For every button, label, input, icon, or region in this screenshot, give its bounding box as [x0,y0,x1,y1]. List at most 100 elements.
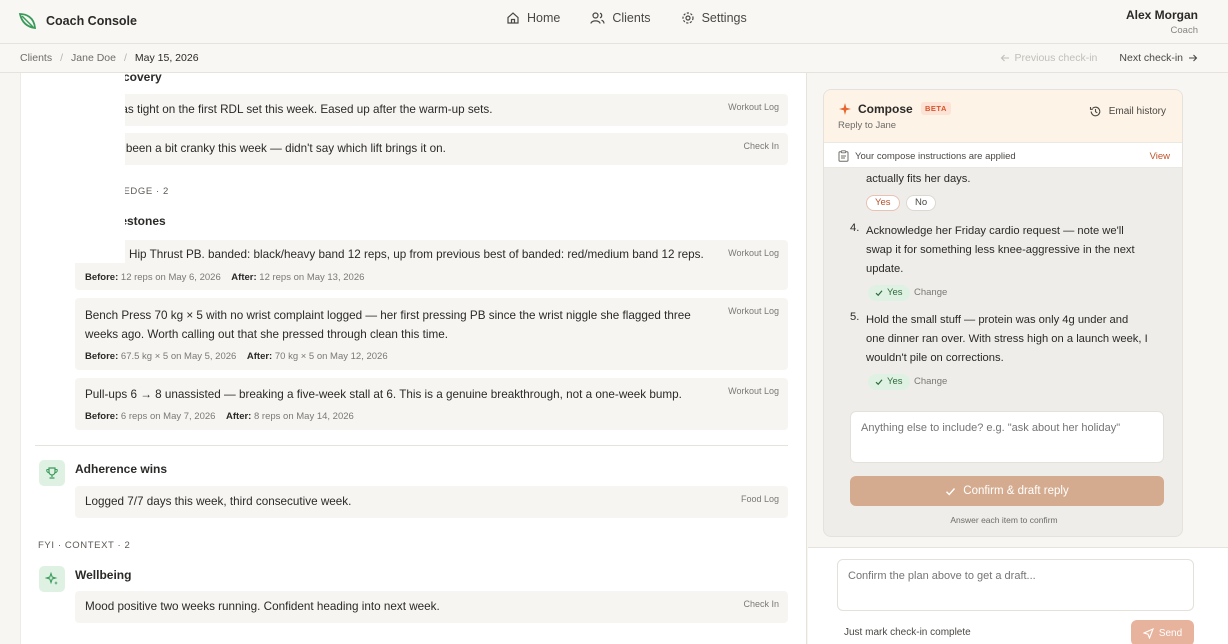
arrow-left-icon [1000,53,1010,63]
breadcrumb-client[interactable]: Jane Doe [71,52,116,64]
insight-source: Workout Log [728,102,779,112]
instructions-view-link[interactable]: View [1150,151,1170,162]
yes-selected-button[interactable]: Yes [868,285,910,301]
draft-area: Just mark check-in complete Send [808,547,1228,644]
after-label: After: [246,351,273,362]
previous-checkin-label: Previous check-in [1014,52,1098,64]
clipboard-icon [838,150,849,162]
change-link[interactable]: Change [914,376,947,387]
confirm-draft-button[interactable]: Confirm & draft reply [850,476,1164,506]
leaf-logo-icon [18,11,38,31]
yes-selected-button[interactable]: Yes [868,374,910,390]
instructions-text: Your compose instructions are applied [855,151,1016,162]
draft-reply-input[interactable] [837,559,1194,611]
milestone-source: Workout Log [728,386,779,396]
milestone-text: Bench Press 70 kg × 5 with no wrist comp… [85,306,691,344]
plan-item-line: one dinner ran over. With stress high on… [866,333,1148,345]
after-value: 8 reps on May 14, 2026 [254,411,354,422]
change-link[interactable]: Change [914,287,947,298]
milestone-before-after: Before: 67.5 kg × 5 on May 5, 2026 After… [85,351,388,362]
gear-icon [681,11,695,25]
plan-item-line: update. [866,263,904,275]
insight-text: rist has been a bit cranky this week — d… [85,142,446,155]
plan-item-partial: actually fits her days. [866,173,971,185]
milestone-source: Workout Log [728,248,779,258]
user-profile[interactable]: Alex Morgan Coach [1126,8,1198,36]
insight-card: rist has been a bit cranky this week — d… [75,133,788,165]
before-value: 6 reps on May 7, 2026 [120,411,216,422]
nav-home-label: Home [527,11,561,25]
insight-source: Check In [743,141,779,151]
yes-label: Yes [887,287,903,298]
milestone-before-after: Before: 6 reps on May 7, 2026 After: 8 r… [85,411,354,422]
check-icon [875,289,883,297]
breadcrumb-bar: Clients / Jane Doe / May 15, 2026 Previo… [0,44,1228,73]
after-value: 12 reps on May 13, 2026 [259,272,365,283]
user-role: Coach [1170,25,1198,36]
send-button[interactable]: Send [1131,620,1194,644]
insight-card: Mood positive two weeks running. Confide… [75,591,788,623]
before-label: Before: [85,351,119,362]
after-label: After: [231,272,257,283]
nav-settings[interactable]: Settings [681,11,747,25]
user-name: Alex Morgan [1125,8,1198,22]
compose-header: Compose BETA Reply to Jane Email history [824,90,1182,142]
email-history-button[interactable]: Email history [1089,105,1166,118]
send-icon [1142,627,1154,639]
users-icon [590,11,605,25]
nav-clients[interactable]: Clients [590,11,651,25]
confirm-draft-label: Confirm & draft reply [963,485,1069,497]
before-value: 12 reps on May 6, 2026 [120,272,221,283]
section-divider [35,445,788,446]
plan-item-line: Hold the small stuff — protein was only … [866,314,1129,326]
trophy-icon [39,460,65,486]
next-checkin-button[interactable]: Next check-in [1119,52,1198,64]
arrow-right-icon [1188,53,1198,63]
compose-card: Compose BETA Reply to Jane Email history… [823,89,1183,537]
wellbeing-group-title: Wellbeing [75,568,132,582]
insight-text: back was tight on the first RDL set this… [85,103,493,116]
extra-instructions-input[interactable] [850,411,1164,463]
insight-source: Food Log [740,494,779,504]
after-label: After: [226,411,252,422]
previous-checkin-button[interactable]: Previous check-in [1000,52,1098,64]
nav-settings-label: Settings [701,11,747,25]
check-icon [945,486,956,497]
checkin-navigation: Previous check-in Next check-in [1000,52,1198,64]
section-label-fyi: FYI · CONTEXT · 2 [38,540,131,551]
before-label: Before: [85,272,119,283]
instructions-banner: Your compose instructions are applied Vi… [824,142,1182,168]
plan-item-line: Acknowledge her Friday cardio request — … [866,225,1124,237]
before-label: Before: [85,411,119,422]
compose-subtitle: Reply to Jane [838,120,897,131]
milestone-card: Bench Press 70 kg × 5 with no wrist comp… [75,298,788,370]
plan-item-text: Hold the small stuff — protein was only … [866,311,1171,368]
plan-item-number: 5. [850,311,860,323]
home-icon [506,11,520,25]
yes-label: Yes [887,376,903,387]
insight-source: Check In [743,599,779,609]
insight-text: Logged 7/7 days this week, third consecu… [85,495,352,508]
plan-item-line: swap it for something less knee-aggressi… [866,244,1135,256]
plan-item-number: 4. [850,222,860,234]
no-button[interactable]: No [906,195,937,211]
mark-checkin-complete-link[interactable]: Just mark check-in complete [844,627,971,638]
brand[interactable]: Coach Console [18,11,137,31]
breadcrumb-clients[interactable]: Clients [20,52,52,64]
before-value: 67.5 kg × 5 on May 5, 2026 [120,351,237,362]
nav-clients-label: Clients [612,11,651,25]
plan-item-line: wouldn't pile on corrections. [866,352,1004,364]
nav-home[interactable]: Home [506,11,560,25]
confirm-hint: Answer each item to confirm [950,515,1058,525]
history-icon [1089,105,1102,118]
yes-button[interactable]: Yes [866,195,900,211]
breadcrumb-separator: / [60,52,64,64]
plan-item-text: Acknowledge her Friday cardio request — … [866,222,1171,279]
milestone-source: Workout Log [728,306,779,316]
next-checkin-label: Next check-in [1119,52,1183,64]
main-nav: Home Clients Settings [506,11,747,25]
send-label: Send [1158,627,1183,639]
insight-card: back was tight on the first RDL set this… [75,94,788,126]
compose-title: Compose [858,102,913,116]
checkin-insights-panel: covery back was tight on the first RDL s… [20,73,807,644]
